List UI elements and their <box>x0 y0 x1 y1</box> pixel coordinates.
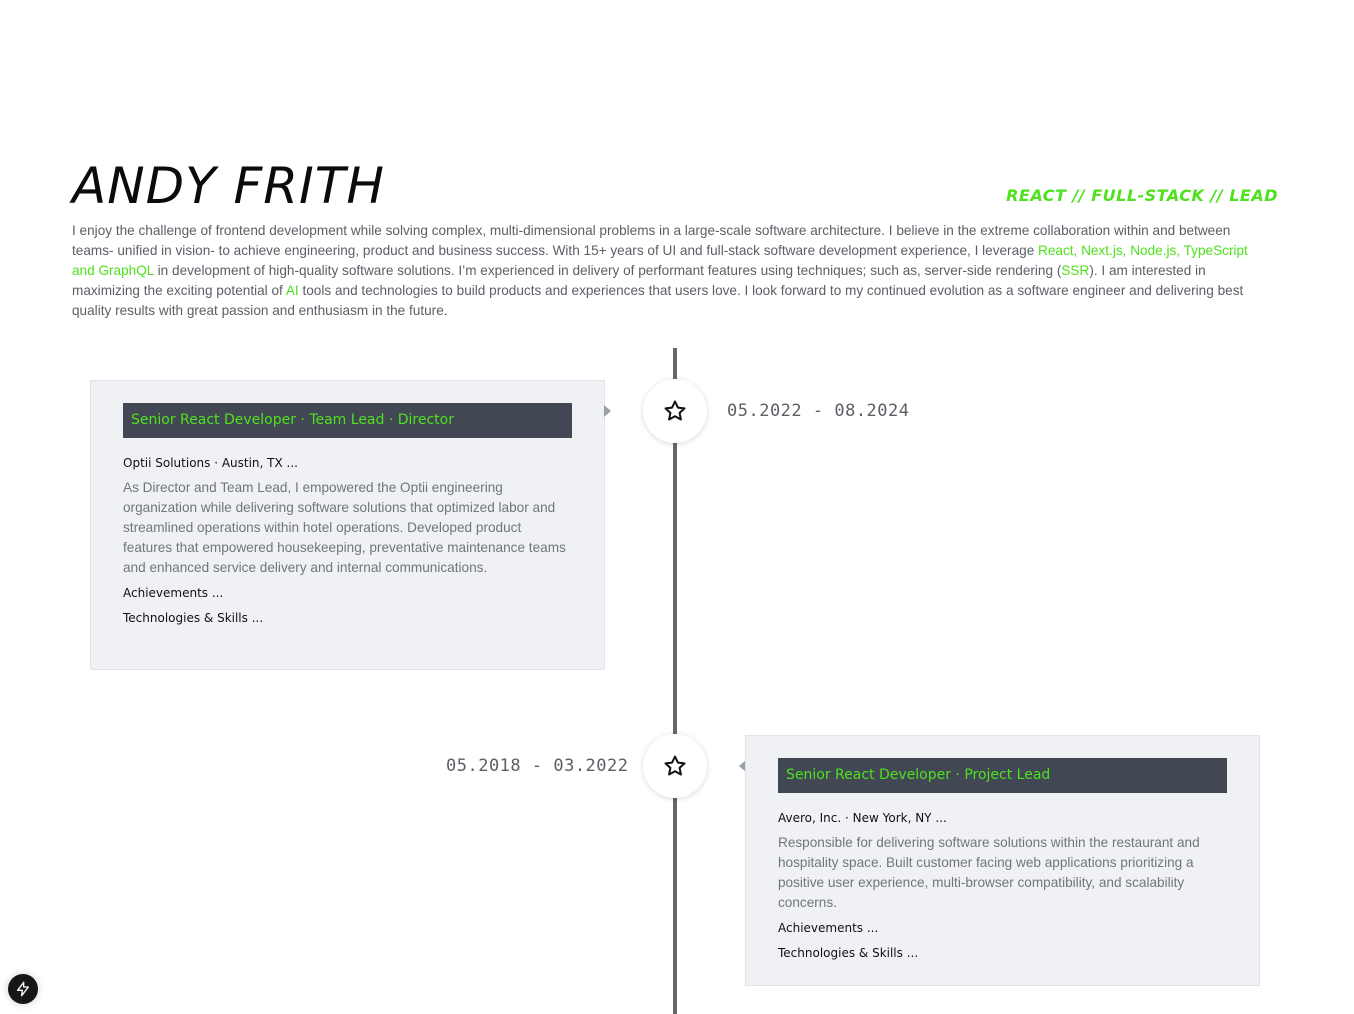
timeline-line <box>673 348 677 1014</box>
company-link[interactable]: Avero, Inc. · New York, NY ... <box>778 811 1227 825</box>
floating-action-button[interactable] <box>8 974 38 1004</box>
company-link[interactable]: Optii Solutions · Austin, TX ... <box>123 456 572 470</box>
timeline-card-avero: Senior React Developer · Project Lead Av… <box>745 735 1260 986</box>
date-range: 05.2018 - 03.2022 <box>446 756 629 776</box>
date-range: 05.2022 - 08.2024 <box>727 401 910 421</box>
intro-ai-highlight: AI <box>285 283 299 298</box>
skills-toggle[interactable]: Technologies & Skills ... <box>778 946 1227 960</box>
achievements-toggle[interactable]: Achievements ... <box>123 586 572 600</box>
tagline: REACT // FULL-STACK // LEAD <box>1006 186 1278 205</box>
star-icon <box>664 755 686 776</box>
timeline-node <box>643 379 707 443</box>
intro-paragraph: I enjoy the challenge of frontend develo… <box>72 221 1272 321</box>
card-pointer-arrow <box>604 405 611 417</box>
intro-text-2: in development of high-quality software … <box>153 263 1062 278</box>
timeline-node <box>643 734 707 798</box>
job-title: Senior React Developer · Team Lead · Dir… <box>123 403 572 438</box>
job-description: Responsible for delivering software solu… <box>778 835 1200 910</box>
job-description: As Director and Team Lead, I empowered t… <box>123 480 566 575</box>
page-title: ANDY FRITH <box>72 157 385 215</box>
skills-toggle[interactable]: Technologies & Skills ... <box>123 611 572 625</box>
intro-ssr-highlight: SSR <box>1061 263 1090 278</box>
lightning-bolt-icon <box>17 981 29 997</box>
achievements-toggle[interactable]: Achievements ... <box>778 921 1227 935</box>
resume-page: ANDY FRITH REACT // FULL-STACK // LEAD I… <box>0 0 1354 1014</box>
job-title: Senior React Developer · Project Lead <box>778 758 1227 793</box>
timeline-card-optii: Senior React Developer · Team Lead · Dir… <box>90 380 605 670</box>
star-icon <box>664 400 686 421</box>
